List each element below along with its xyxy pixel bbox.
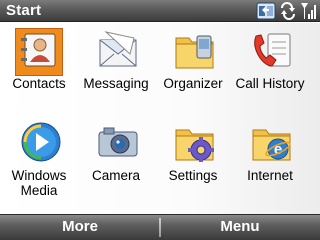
app-internet[interactable]: e Internet (231, 118, 309, 206)
app-label: Organizer (163, 76, 223, 91)
app-organizer[interactable]: Organizer (154, 26, 232, 114)
call-history-icon (254, 33, 291, 67)
app-label: Internet (247, 168, 293, 183)
app-label: Contacts (12, 76, 66, 91)
messaging-icon (99, 31, 137, 67)
contacts-icon (21, 33, 56, 67)
softkey-bar: More Menu (0, 214, 320, 240)
softkey-divider (159, 218, 161, 237)
app-label: Messaging (83, 76, 149, 91)
app-windows-media[interactable]: Windows Media (0, 118, 78, 206)
left-softkey-more[interactable]: More (20, 218, 140, 235)
app-grid: Contacts Messaging Organizer Call Histor… (0, 23, 320, 214)
app-label: Call History (235, 76, 305, 91)
organizer-icon (175, 35, 214, 69)
internet-icon: e (252, 129, 291, 161)
app-settings[interactable]: Settings (154, 118, 232, 206)
app-label: Windows Media (11, 168, 67, 198)
windows-media-icon (21, 122, 61, 162)
app-messaging[interactable]: Messaging (77, 26, 155, 114)
app-label: Settings (168, 168, 218, 183)
screen-title: Start (6, 2, 42, 19)
title-bar: Start (0, 0, 320, 22)
settings-icon (175, 129, 214, 162)
app-call-history[interactable]: Call History (231, 26, 309, 114)
camera-icon (98, 127, 138, 157)
sync-icon (256, 2, 276, 25)
app-contacts[interactable]: Contacts (0, 26, 78, 114)
app-camera[interactable]: Camera (77, 118, 155, 206)
data-connection-icon (278, 2, 298, 25)
signal-strength-icon (300, 2, 318, 25)
app-label: Camera (91, 168, 140, 183)
right-softkey-menu[interactable]: Menu (180, 218, 300, 235)
